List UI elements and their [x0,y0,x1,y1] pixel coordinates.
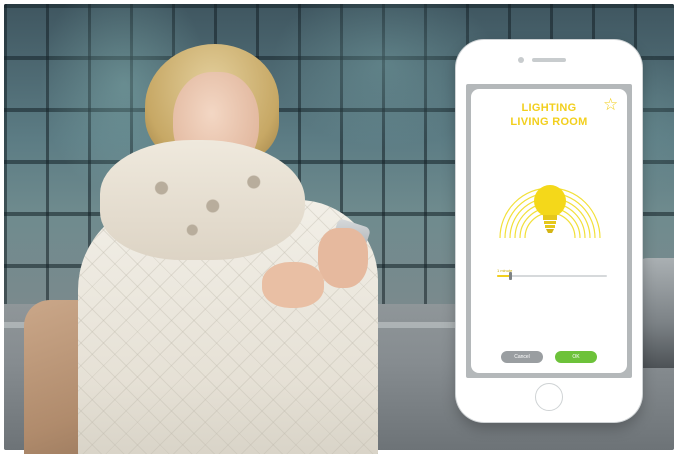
star-icon[interactable]: ☆ [603,96,618,114]
lightbulb-icon[interactable] [495,153,605,253]
left-hand [318,228,368,288]
cancel-button[interactable]: Cancel [501,351,543,363]
slider-thumb[interactable] [509,272,513,280]
lighting-card: LIGHTING LIVING ROOM ☆ 1 minute Cancel O… [471,89,627,373]
scarf [100,140,305,260]
ok-button[interactable]: OK [555,351,597,363]
duration-slider[interactable] [497,272,607,280]
woman-with-phone [0,0,470,454]
lightbulb-graphic [499,185,601,239]
earpiece-speaker [532,58,566,62]
phone-mockup: LIGHTING LIVING ROOM ☆ 1 minute Cancel O… [456,40,642,422]
right-hand [262,262,324,308]
phone-screen: LIGHTING LIVING ROOM ☆ 1 minute Cancel O… [466,84,632,378]
title-line-2: LIVING ROOM [510,116,588,128]
home-button[interactable] [535,383,563,411]
front-camera [518,57,524,63]
